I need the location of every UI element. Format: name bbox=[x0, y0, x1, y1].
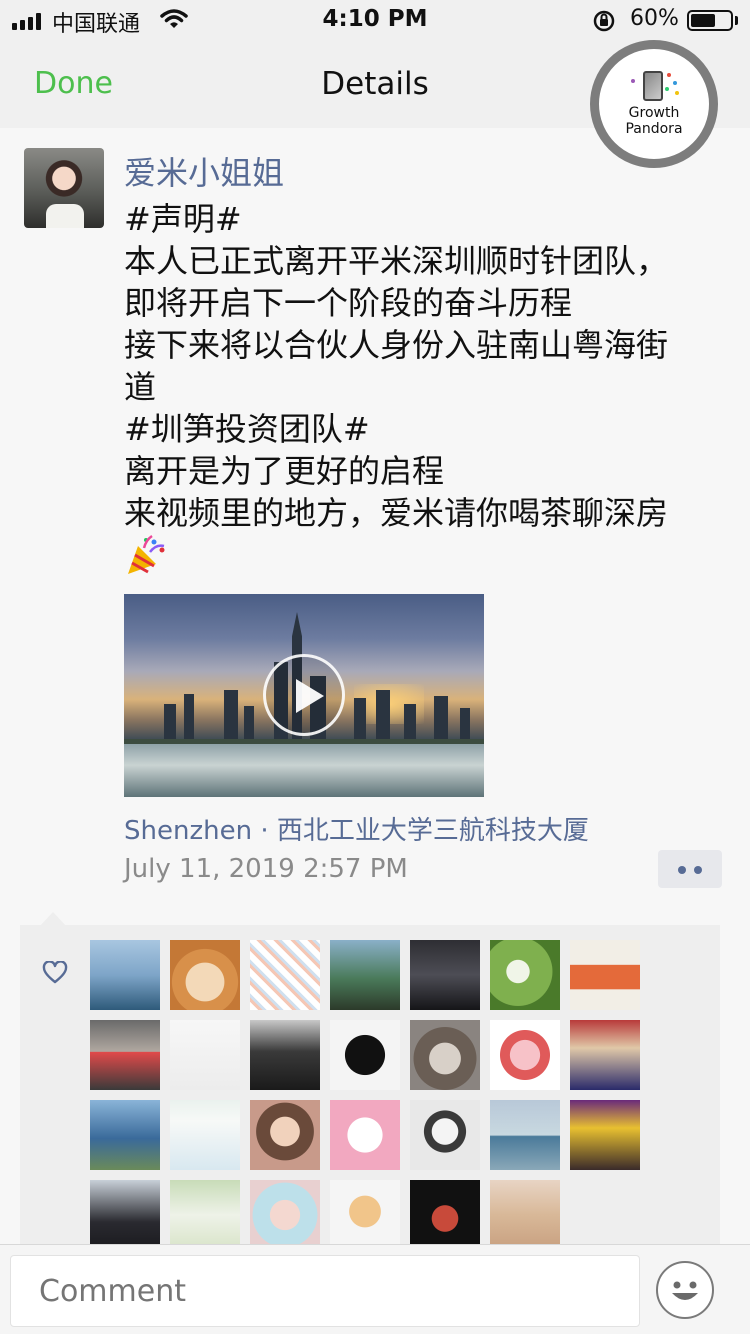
play-icon bbox=[296, 679, 324, 713]
video-thumbnail[interactable] bbox=[124, 594, 484, 797]
liker-avatar[interactable] bbox=[330, 940, 400, 1010]
battery-percent: 60% bbox=[630, 6, 679, 31]
post-line: #圳笋投资团队# bbox=[124, 410, 370, 448]
liker-avatar[interactable] bbox=[250, 1180, 320, 1250]
post-line: #声明# bbox=[124, 200, 242, 238]
watermark-line1: Growth bbox=[628, 105, 680, 121]
liker-avatar[interactable] bbox=[410, 940, 480, 1010]
liker-avatar[interactable] bbox=[490, 1020, 560, 1090]
play-button[interactable] bbox=[263, 654, 345, 736]
liker-avatar[interactable] bbox=[490, 1180, 560, 1250]
liker-avatar[interactable] bbox=[170, 940, 240, 1010]
watermark-line2: Pandora bbox=[625, 121, 683, 137]
liker-avatar[interactable] bbox=[570, 940, 640, 1010]
liker-avatar[interactable] bbox=[250, 1100, 320, 1170]
liker-avatar[interactable] bbox=[90, 1180, 160, 1250]
party-popper-icon bbox=[124, 534, 168, 582]
likes-arrow bbox=[40, 912, 66, 926]
liker-avatar[interactable] bbox=[410, 1020, 480, 1090]
status-bar: 中国联通 4:10 PM 60% bbox=[0, 0, 750, 40]
liker-avatar[interactable] bbox=[410, 1100, 480, 1170]
liker-avatar[interactable] bbox=[250, 1020, 320, 1090]
liker-avatar[interactable] bbox=[410, 1180, 480, 1250]
growth-pandora-watermark: Growth Pandora bbox=[590, 40, 718, 168]
post-body: #声明# 本人已正式离开平米深圳顺时针团队， 即将开启下一个阶段的奋斗历程 接下… bbox=[124, 198, 724, 534]
liker-avatar[interactable] bbox=[90, 1020, 160, 1090]
author-name[interactable]: 爱米小姐姐 bbox=[124, 148, 284, 194]
phone-logo-icon bbox=[643, 71, 663, 101]
emoji-button[interactable] bbox=[656, 1261, 714, 1319]
post-line: 本人已正式离开平米深圳顺时针团队， bbox=[124, 242, 669, 280]
battery-tip bbox=[735, 16, 738, 25]
post-line: 接下来将以合伙人身份入驻南山粤海街 bbox=[124, 326, 669, 364]
post-timestamp: July 11, 2019 2:57 PM bbox=[124, 854, 408, 884]
liker-avatar[interactable] bbox=[570, 1100, 640, 1170]
liker-avatar[interactable] bbox=[330, 1100, 400, 1170]
author-avatar[interactable] bbox=[24, 148, 104, 228]
post-location[interactable]: Shenzhen · 西北工业大学三航科技大厦 bbox=[124, 810, 589, 847]
liker-avatar[interactable] bbox=[170, 1100, 240, 1170]
likes-panel bbox=[20, 925, 720, 1255]
liker-avatar[interactable] bbox=[570, 1020, 640, 1090]
smiley-icon bbox=[672, 1281, 698, 1300]
post-line: 即将开启下一个阶段的奋斗历程 bbox=[124, 284, 573, 322]
liker-avatar[interactable] bbox=[330, 1020, 400, 1090]
post-line: 道 bbox=[124, 368, 157, 406]
more-actions-button[interactable] bbox=[658, 850, 722, 888]
battery-icon bbox=[687, 10, 733, 31]
orientation-lock-icon bbox=[592, 9, 616, 37]
comment-bar bbox=[0, 1244, 750, 1334]
liker-avatar[interactable] bbox=[490, 1100, 560, 1170]
post-line: 来视频里的地方，爱米请你喝茶聊深房 bbox=[124, 494, 669, 532]
liker-avatar[interactable] bbox=[250, 940, 320, 1010]
liker-avatar[interactable] bbox=[170, 1180, 240, 1250]
liker-avatar[interactable] bbox=[170, 1020, 240, 1090]
post-line: 离开是为了更好的启程 bbox=[124, 452, 445, 490]
comment-input[interactable] bbox=[10, 1255, 640, 1327]
heart-icon bbox=[42, 960, 68, 989]
liker-avatar[interactable] bbox=[90, 940, 160, 1010]
liker-avatar[interactable] bbox=[490, 940, 560, 1010]
liker-avatar[interactable] bbox=[330, 1180, 400, 1250]
liker-avatar[interactable] bbox=[90, 1100, 160, 1170]
